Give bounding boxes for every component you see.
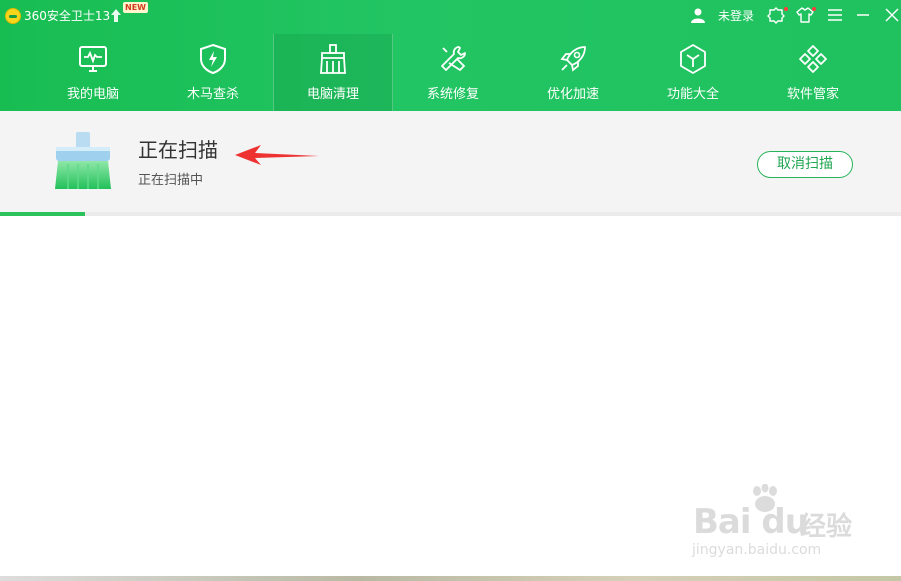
- nav-label: 软件管家: [786, 87, 839, 102]
- watermark-url: jingyan.baidu.com: [692, 542, 822, 558]
- broom-icon: [320, 44, 346, 74]
- notification-dot: [812, 7, 816, 11]
- nav-item-pc-cleanup[interactable]: 电脑清理: [273, 34, 393, 111]
- app-title: 360安全卫士13: [24, 9, 111, 23]
- nav-label: 木马查杀: [186, 87, 239, 102]
- rocket-icon: [560, 46, 586, 72]
- title-bar: 360安全卫士13 NEW 未登录: [0, 0, 901, 32]
- login-label[interactable]: 未登录: [718, 9, 754, 23]
- notification-dot: [784, 7, 788, 11]
- scan-title: 正在扫描: [138, 138, 218, 162]
- wrench-icon: [441, 46, 466, 72]
- app-logo-icon: [5, 8, 21, 24]
- nav-item-system-repair[interactable]: 系统修复: [393, 34, 513, 111]
- nav-label: 电脑清理: [306, 87, 359, 102]
- main-nav: 我的电脑 木马查杀 电脑清理 系统修复 优化加速 功能大全 软件管家: [33, 34, 901, 111]
- nav-label: 我的电脑: [66, 87, 119, 102]
- watermark: Bai du 经验 jingyan.baidu.com: [688, 484, 858, 564]
- scan-subtitle: 正在扫描中: [138, 173, 204, 188]
- upgrade-arrow-icon[interactable]: [111, 9, 121, 23]
- scan-status-panel: 正在扫描 正在扫描中 取消扫描: [0, 111, 901, 214]
- red-arrow-annotation: [235, 145, 319, 165]
- nav-label: 优化加速: [546, 87, 599, 102]
- nav-label: 系统修复: [426, 87, 479, 102]
- watermark-cn: 经验: [800, 512, 853, 542]
- cube-icon: [680, 44, 706, 74]
- monitor-icon: [79, 46, 107, 72]
- nav-item-optimize[interactable]: 优化加速: [513, 34, 633, 111]
- bottom-edge: [0, 576, 901, 581]
- nav-item-trojan-scan[interactable]: 木马查杀: [153, 34, 273, 111]
- menu-icon[interactable]: [826, 6, 844, 24]
- top-header: 360安全卫士13 NEW 未登录 我的电脑 木马查杀 电脑清理 系统修复 优化…: [0, 0, 901, 111]
- nav-item-software-manager[interactable]: 软件管家: [753, 34, 873, 111]
- watermark-brand: Bai du: [693, 502, 809, 542]
- user-icon[interactable]: [690, 7, 706, 23]
- shield-icon: [200, 43, 226, 75]
- cancel-scan-button[interactable]: 取消扫描: [757, 151, 853, 178]
- broom-illustration-icon: [55, 132, 111, 189]
- close-icon[interactable]: [883, 6, 901, 24]
- new-badge: NEW: [123, 2, 148, 13]
- skin-refresh-icon[interactable]: [767, 6, 785, 24]
- nav-item-all-features[interactable]: 功能大全: [633, 34, 753, 111]
- nav-label: 功能大全: [666, 87, 719, 102]
- nav-item-my-computer[interactable]: 我的电脑: [33, 34, 153, 111]
- apps-icon: [799, 45, 827, 73]
- minimize-icon[interactable]: [854, 6, 872, 24]
